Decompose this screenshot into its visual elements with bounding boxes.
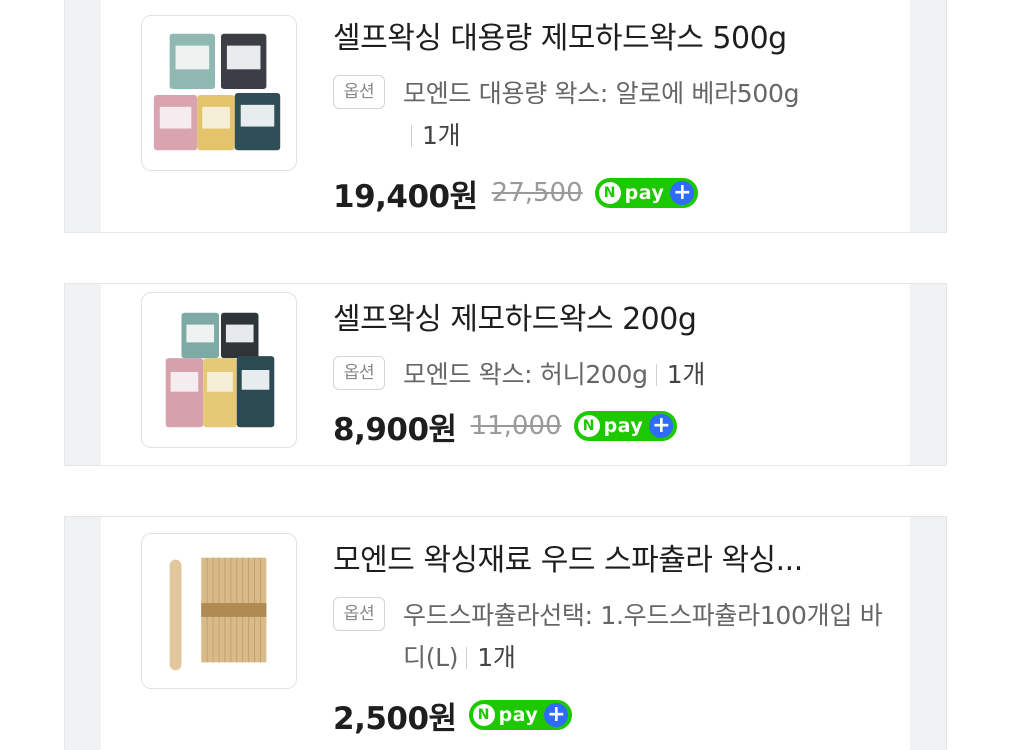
product-info: 셀프왁싱 대용량 제모하드왁스 500g 옵션 모엔드 대용량 왁스: 알로에 … bbox=[333, 17, 886, 215]
option-tag: 옵션 bbox=[333, 356, 385, 390]
option-text: 모엔드 대용량 왁스: 알로에 베라500g bbox=[403, 79, 800, 108]
quantity: 1개 bbox=[666, 360, 706, 389]
price-row: 2,500원 N pay + bbox=[333, 695, 886, 737]
sale-price: 2,500원 bbox=[333, 700, 457, 737]
option-text: 모엔드 왁스: 허니200g bbox=[403, 360, 648, 389]
sale-price: 19,400원 bbox=[333, 178, 478, 215]
price-row: 8,900원 11,000 N pay + bbox=[333, 406, 886, 448]
product-card[interactable]: 셀프왁싱 제모하드왁스 200g 옵션 모엔드 왁스: 허니200g 1개 8,9… bbox=[64, 283, 947, 466]
product-card[interactable]: 모엔드 왁싱재료 우드 스파츌라 왁싱... 옵션 우드스파츌라선택: 1.우드… bbox=[64, 516, 947, 750]
plus-icon: + bbox=[544, 703, 569, 727]
divider bbox=[466, 647, 468, 669]
product-thumbnail[interactable] bbox=[141, 533, 297, 689]
order-list: 셀프왁싱 대용량 제모하드왁스 500g 옵션 모엔드 대용량 왁스: 알로에 … bbox=[0, 0, 1013, 750]
quantity: 1개 bbox=[422, 121, 461, 150]
npay-label: pay bbox=[498, 704, 539, 726]
npay-plus-badge: N pay + bbox=[573, 411, 678, 441]
wax-beads-5-bags-icon bbox=[165, 312, 275, 428]
product-card[interactable]: 셀프왁싱 대용량 제모하드왁스 500g 옵션 모엔드 대용량 왁스: 알로에 … bbox=[64, 0, 947, 233]
wooden-spatula-bundle-icon bbox=[169, 557, 267, 671]
quantity: 1개 bbox=[477, 643, 516, 672]
plus-icon: + bbox=[670, 181, 695, 205]
product-option: 옵션 우드스파츌라선택: 1.우드스파츌라100개입 바디(L) 1개 bbox=[333, 595, 886, 679]
product-info: 셀프왁싱 제모하드왁스 200g 옵션 모엔드 왁스: 허니200g 1개 8,9… bbox=[333, 298, 886, 448]
product-option: 옵션 모엔드 왁스: 허니200g 1개 bbox=[333, 354, 886, 396]
divider bbox=[411, 125, 412, 147]
npay-n-icon: N bbox=[472, 704, 495, 726]
original-price: 27,500 bbox=[491, 178, 583, 208]
product-title[interactable]: 모엔드 왁싱재료 우드 스파츌라 왁싱... bbox=[333, 539, 886, 583]
npay-n-icon: N bbox=[598, 182, 621, 204]
npay-label: pay bbox=[603, 415, 644, 437]
sale-price: 8,900원 bbox=[333, 411, 457, 448]
npay-plus-badge: N pay + bbox=[468, 700, 573, 730]
option-tag: 옵션 bbox=[333, 597, 385, 631]
product-info: 모엔드 왁싱재료 우드 스파츌라 왁싱... 옵션 우드스파츌라선택: 1.우드… bbox=[333, 539, 886, 737]
product-thumbnail[interactable] bbox=[141, 292, 297, 448]
product-title[interactable]: 셀프왁싱 제모하드왁스 200g bbox=[333, 298, 886, 342]
divider bbox=[655, 364, 657, 386]
option-tag: 옵션 bbox=[333, 75, 385, 109]
npay-plus-badge: N pay + bbox=[594, 178, 699, 208]
original-price: 11,000 bbox=[470, 411, 562, 441]
price-row: 19,400원 27,500 N pay + bbox=[333, 173, 886, 215]
npay-label: pay bbox=[624, 182, 665, 204]
product-option: 옵션 모엔드 대용량 왁스: 알로에 베라500g 1개 bbox=[333, 73, 886, 157]
plus-icon: + bbox=[649, 414, 674, 438]
product-thumbnail[interactable] bbox=[141, 15, 297, 171]
option-text: 우드스파츌라선택: 1.우드스파츌라100개입 바디(L) bbox=[403, 601, 883, 672]
wax-beads-5-bags-icon bbox=[153, 33, 281, 151]
npay-n-icon: N bbox=[577, 415, 600, 437]
product-title[interactable]: 셀프왁싱 대용량 제모하드왁스 500g bbox=[333, 17, 886, 61]
